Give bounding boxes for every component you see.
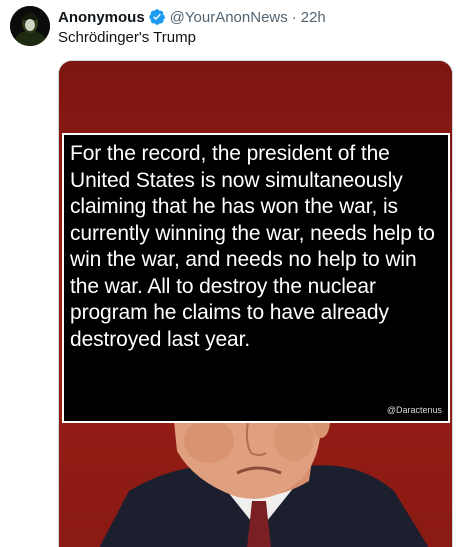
author-name[interactable]: Anonymous — [58, 9, 145, 26]
quote-text: For the record, the president of the Uni… — [70, 142, 435, 351]
author-handle[interactable]: @YourAnonNews — [170, 9, 288, 26]
tweet-timestamp[interactable]: 22h — [301, 9, 326, 26]
quote-text-box: For the record, the president of the Uni… — [62, 133, 450, 423]
tweet-text: Schrödinger's Trump — [58, 29, 196, 46]
watermark-credit: @Daractenus — [386, 405, 442, 415]
verified-badge-icon — [148, 9, 165, 25]
tweet-header: Anonymous @YourAnonNews · 22h — [58, 7, 326, 27]
avatar[interactable] — [10, 6, 50, 46]
separator-dot: · — [291, 8, 297, 26]
tweet-media-image[interactable]: For the record, the president of the Uni… — [58, 60, 453, 547]
masked-avatar-icon — [10, 6, 50, 46]
